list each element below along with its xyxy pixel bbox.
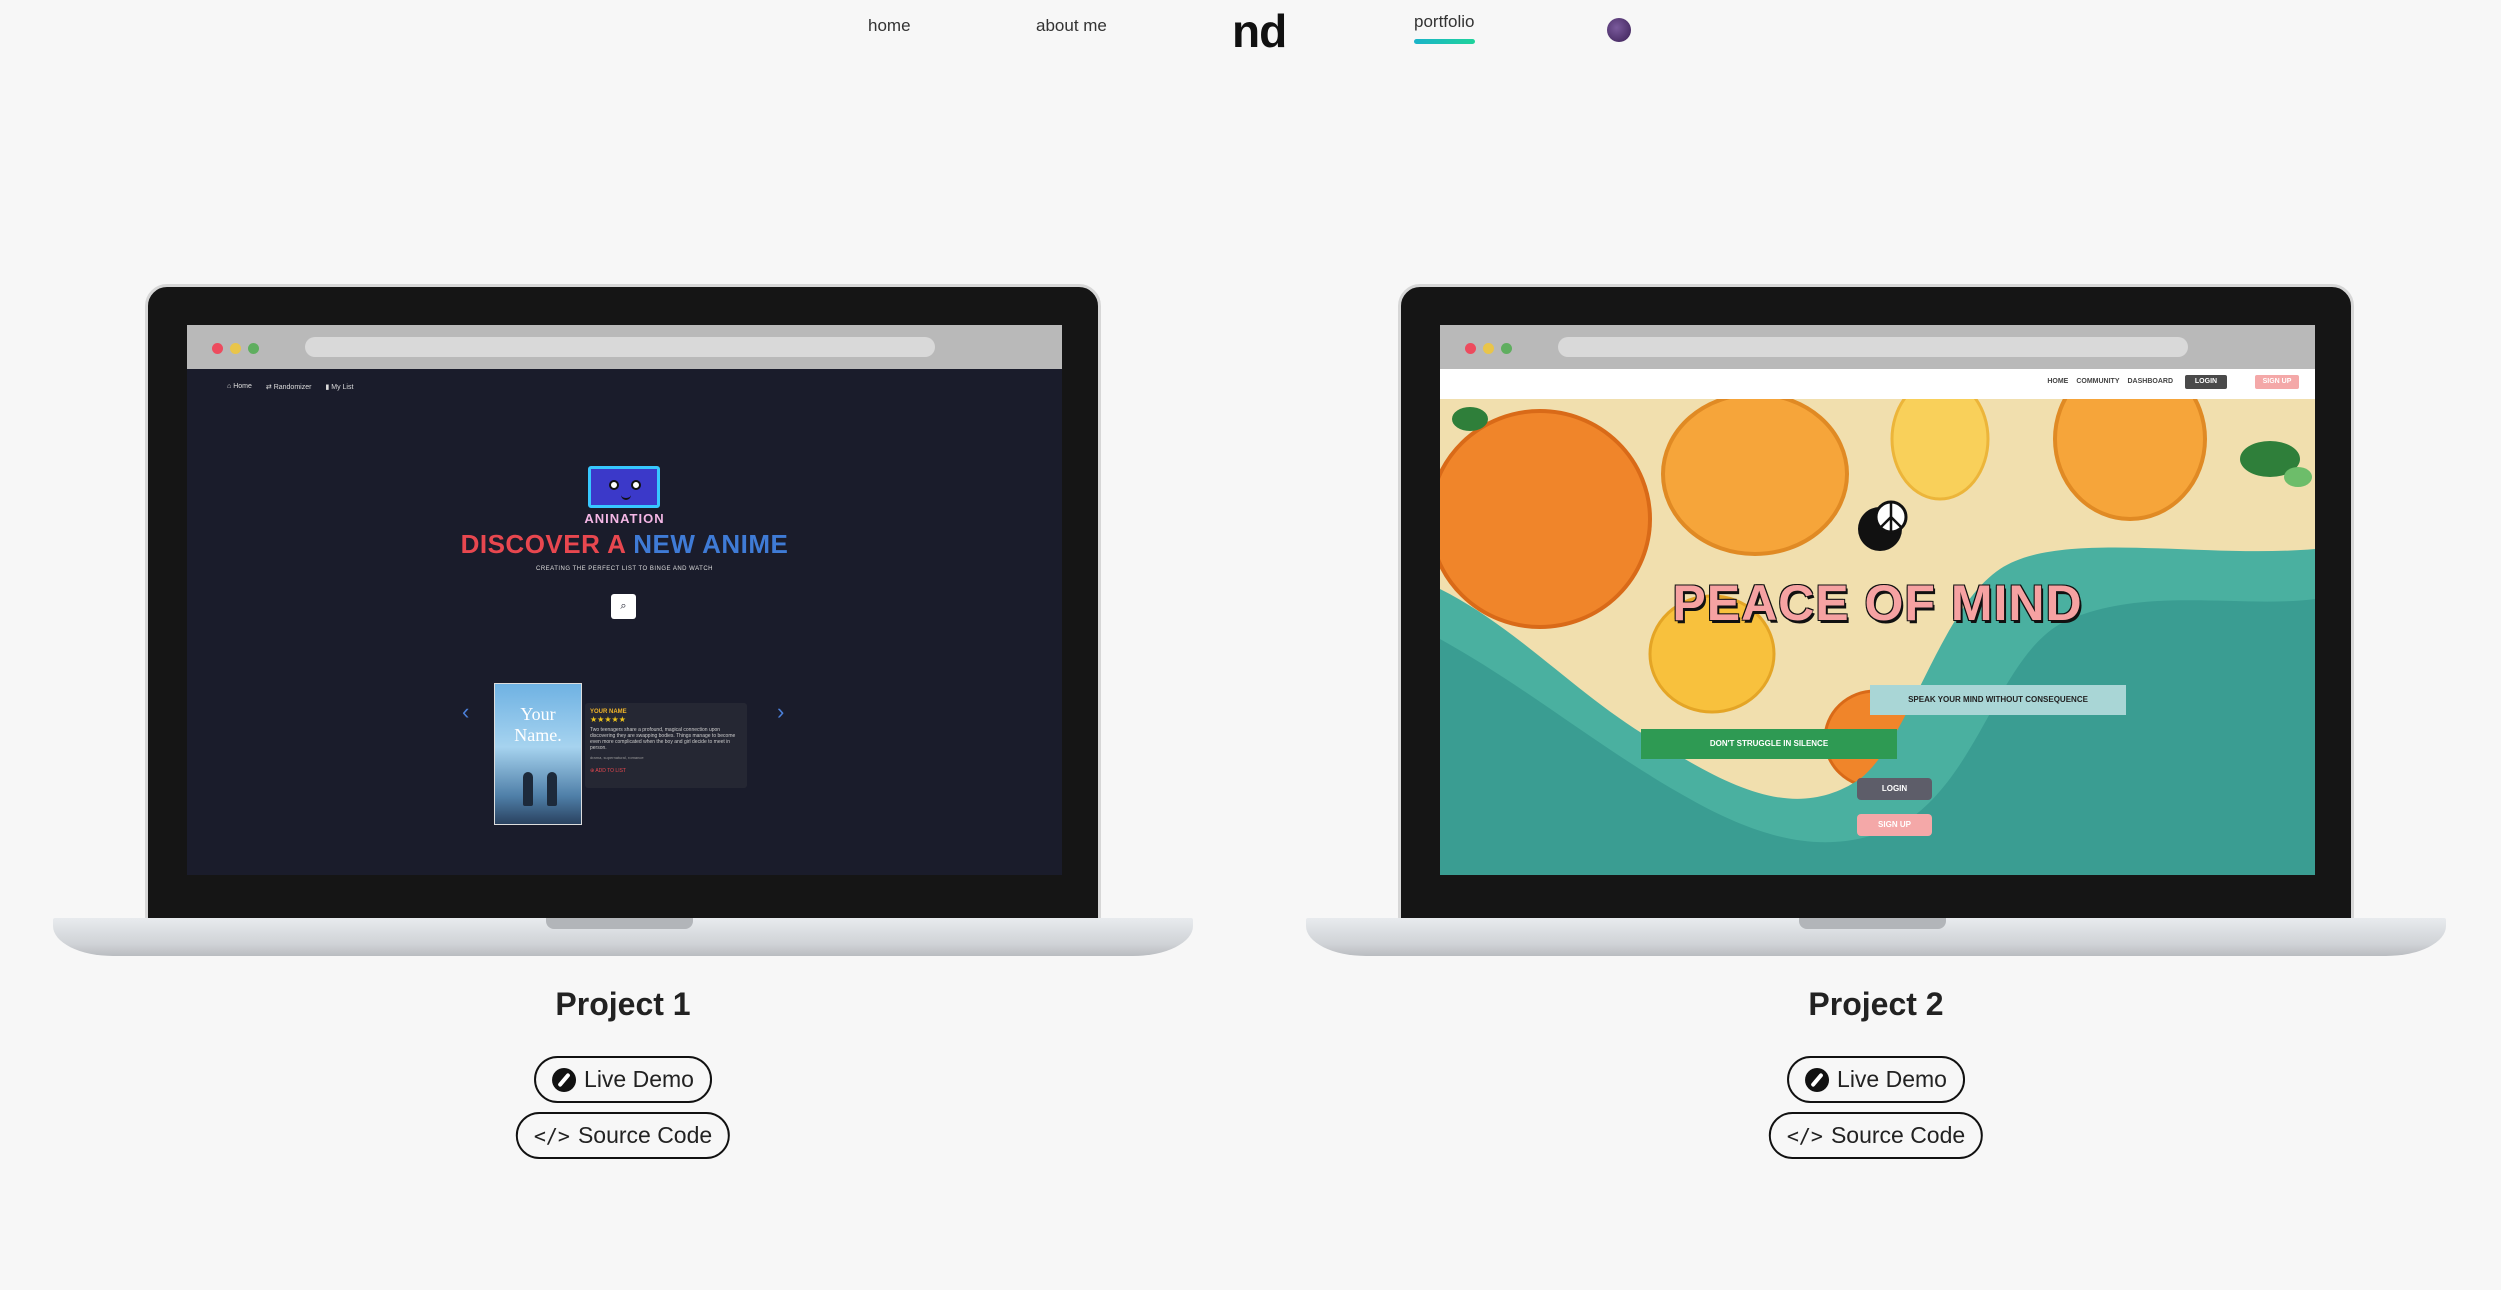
preview-brand: ANINATION (584, 511, 665, 526)
fruit-background-art (1440, 399, 2315, 875)
url-bar (305, 337, 935, 357)
preview-nav-randomizer: ⇄ Randomizer (265, 384, 312, 391)
laptop-lid: HOME COMMUNITY DASHBOARD LOGIN SIGN UP P… (1398, 284, 2354, 924)
url-bar (1558, 337, 2188, 357)
chevron-left-icon: ‹ (462, 699, 470, 724)
preview-subtitle: CREATING THE PERFECT LIST TO BINGE AND W… (535, 566, 714, 572)
project-card-1: ⌂ Home ⇄ Randomizer ▮ My List ANINATION … (53, 280, 1193, 1180)
laptop-base (53, 918, 1193, 956)
nav-about-link[interactable]: about me (1036, 16, 1107, 36)
nav-portfolio-link[interactable]: portfolio (1414, 12, 1474, 32)
chevron-right-icon: › (777, 699, 785, 724)
window-minimize-dot (230, 343, 241, 354)
preview-headline: PEACE OF MIND (1672, 575, 2083, 631)
anime-poster: Your Name. (494, 683, 582, 825)
laptop-screen: ⌂ Home ⇄ Randomizer ▮ My List ANINATION … (187, 325, 1062, 875)
search-icon: ⌕ (611, 594, 636, 619)
project-title: Project 1 (555, 986, 691, 1022)
window-close-dot (212, 343, 223, 354)
laptop-base (1306, 918, 2446, 956)
nav-home-link[interactable]: home (868, 16, 911, 36)
anime-site-preview[interactable]: ⌂ Home ⇄ Randomizer ▮ My List ANINATION … (187, 369, 1062, 875)
window-maximize-dot (1501, 343, 1512, 354)
anime-info-card: YOUR NAME ★★★★★ Two teenagers share a pr… (585, 703, 747, 788)
mascot-logo-icon (588, 466, 660, 508)
preview-tagline-2: DON'T STRUGGLE IN SILENCE (1641, 729, 1897, 759)
preview-signup-cta: SIGN UP (1857, 814, 1932, 836)
preview-tagline-1: SPEAK YOUR MIND WITHOUT CONSEQUENCE (1870, 685, 2126, 715)
preview-signup-button: SIGN UP (2255, 375, 2299, 389)
code-icon: </> (1786, 1123, 1823, 1148)
compass-icon (1805, 1067, 1830, 1092)
preview-nav-community: COMMUNITY (2076, 378, 2120, 385)
preview-nav-home: ⌂ Home (227, 383, 252, 390)
peace-of-mind-site-preview[interactable]: HOME COMMUNITY DASHBOARD LOGIN SIGN UP P… (1440, 369, 2315, 875)
window-close-dot (1465, 343, 1476, 354)
preview-login-button: LOGIN (2185, 375, 2227, 389)
source-code-button[interactable]: </> Source Code (1768, 1112, 1984, 1159)
theme-toggle-icon[interactable] (1607, 18, 1631, 42)
live-demo-button[interactable]: Live Demo (1787, 1056, 1965, 1103)
browser-bar (1440, 325, 2315, 369)
preview-nav-dashboard: DASHBOARD (2127, 378, 2174, 385)
preview-login-cta: LOGIN (1857, 778, 1932, 800)
laptop-screen: HOME COMMUNITY DASHBOARD LOGIN SIGN UP P… (1440, 325, 2315, 875)
preview-nav: HOME COMMUNITY DASHBOARD LOGIN SIGN UP (1440, 369, 2315, 399)
window-minimize-dot (1483, 343, 1494, 354)
compass-icon (552, 1067, 577, 1092)
source-code-button[interactable]: </> Source Code (515, 1112, 731, 1159)
preview-nav-mylist: ▮ My List (325, 384, 354, 391)
preview-headline: DISCOVER A NEW ANIME (460, 529, 789, 559)
top-nav: home about me nd portfolio (0, 0, 2501, 70)
preview-nav: ⌂ Home ⇄ Randomizer ▮ My List (227, 383, 353, 391)
preview-nav-home: HOME (2047, 378, 2069, 385)
code-icon: </> (533, 1123, 570, 1148)
project-title: Project 2 (1808, 986, 1944, 1022)
live-demo-button[interactable]: Live Demo (534, 1056, 712, 1103)
browser-bar (187, 325, 1062, 369)
rating-stars-icon: ★★★★★ (590, 715, 626, 724)
nav-active-indicator (1414, 39, 1475, 44)
laptop-lid: ⌂ Home ⇄ Randomizer ▮ My List ANINATION … (145, 284, 1101, 924)
window-maximize-dot (248, 343, 259, 354)
project-card-2: HOME COMMUNITY DASHBOARD LOGIN SIGN UP P… (1306, 280, 2446, 1180)
site-logo[interactable]: nd (1232, 4, 1287, 58)
